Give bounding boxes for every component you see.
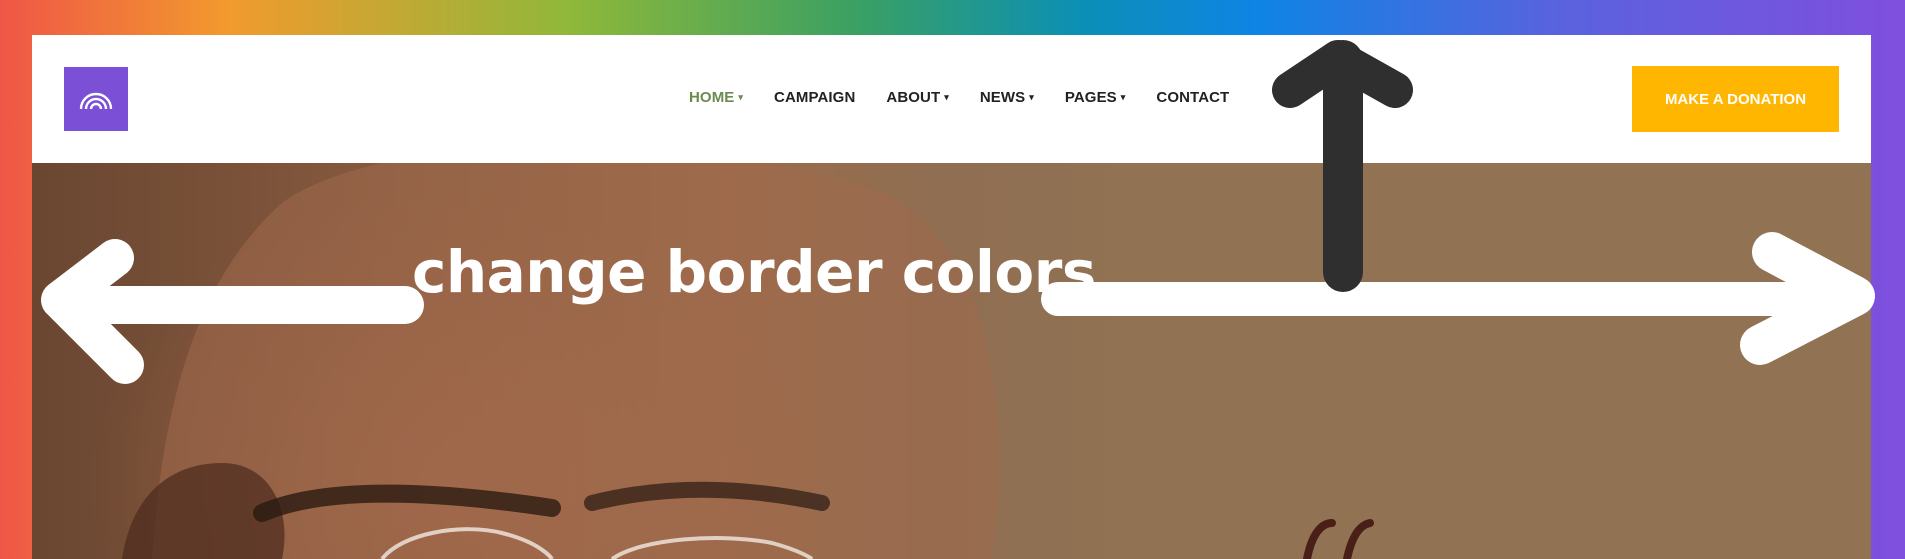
chevron-down-icon: ▾: [944, 92, 949, 102]
nav-item-news[interactable]: NEWS ▾: [980, 89, 1034, 106]
nav-item-label: HOME: [689, 89, 735, 106]
nav-item-label: PAGES: [1064, 89, 1117, 106]
site-header: HOME ▾ CAMPAIGN ABOUT ▾ NEWS ▾ PAGES ▾ C…: [32, 35, 1871, 163]
nav-item-label: ABOUT: [886, 89, 941, 106]
chevron-down-icon: ▾: [1120, 92, 1126, 102]
site-logo[interactable]: [64, 67, 128, 131]
hero-portrait-illustration: [122, 163, 1374, 559]
nav-item-pages[interactable]: PAGES ▾: [1065, 89, 1126, 106]
rainbow-icon: [79, 92, 113, 110]
nav-item-campaign[interactable]: CAMPAIGN: [774, 89, 855, 106]
chevron-down-icon: ▾: [738, 92, 744, 102]
annotation-caption: change border colors: [412, 238, 1096, 306]
nav-item-home[interactable]: HOME ▾: [689, 89, 743, 106]
nav-item-label: NEWS: [979, 89, 1026, 106]
nav-item-contact[interactable]: CONTACT: [1156, 89, 1229, 106]
hero-image: [32, 163, 1871, 559]
nav-item-label: CONTACT: [1156, 89, 1230, 106]
nav-item-label: CAMPAIGN: [774, 89, 856, 106]
chevron-down-icon: ▾: [1029, 92, 1034, 102]
nav-item-about[interactable]: ABOUT ▾: [886, 89, 948, 106]
main-nav: HOME ▾ CAMPAIGN ABOUT ▾ NEWS ▾ PAGES ▾ C…: [689, 89, 1229, 106]
donate-button[interactable]: MAKE A DONATION: [1632, 66, 1839, 132]
